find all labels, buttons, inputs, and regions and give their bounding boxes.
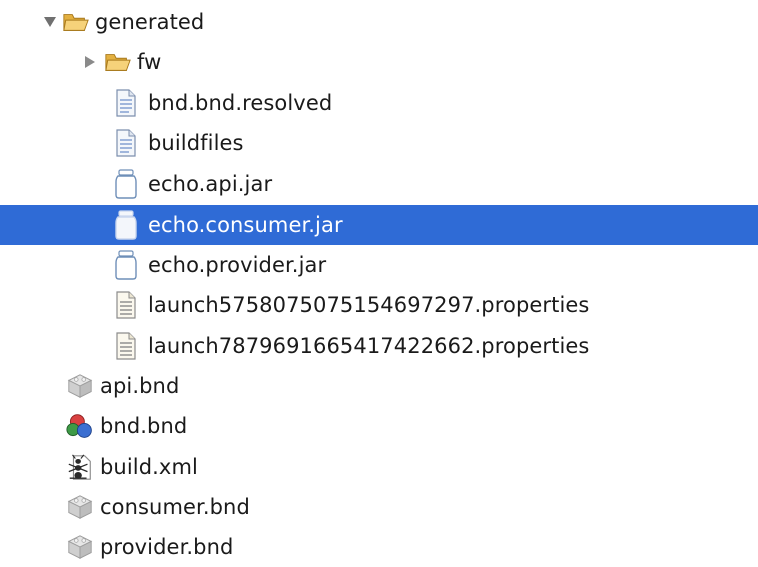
folder-open-icon [62,8,90,36]
bundle-icon [66,533,94,561]
jar-icon [112,250,140,280]
tree-item-fw[interactable]: fw [0,42,758,82]
tree-item-buildfiles[interactable]: buildfiles [0,123,758,163]
tree-item-label: launch7879691665417422662.properties [148,334,590,358]
tree-item-label: buildfiles [148,131,244,155]
tree-item-label: provider.bnd [100,535,234,559]
jar-icon [112,210,140,240]
folder-open-icon [104,48,132,76]
tree-item-label: bnd.bnd.resolved [148,91,333,115]
tree-item-build-xml[interactable]: build.xml [0,447,758,487]
tree-item-echo-provider-jar[interactable]: echo.provider.jar [0,245,758,285]
tree-item-api-bnd[interactable]: api.bnd [0,366,758,406]
tree-item-label: bnd.bnd [100,414,188,438]
bundle-icon [66,493,94,521]
tree-item-launch-properties[interactable]: launch7879691665417422662.properties [0,326,758,366]
properties-file-icon [112,332,140,360]
tree-item-label: launch5758075075154697297.properties [148,293,590,317]
project-explorer-tree: generated fw bnd.bnd.resolved buildfiles… [0,0,758,562]
tree-item-label: echo.api.jar [148,172,273,196]
tree-item-label: echo.consumer.jar [148,213,343,237]
jar-icon [112,169,140,199]
tree-item-provider-bnd[interactable]: provider.bnd [0,527,758,567]
tree-item-label: fw [137,50,162,74]
expand-arrow-down-icon[interactable] [42,14,58,30]
expand-arrow-right-icon[interactable] [82,54,98,70]
tree-item-generated[interactable]: generated [0,2,758,42]
tree-item-label: build.xml [100,455,198,479]
tree-item-bnd-bnd[interactable]: bnd.bnd [0,406,758,446]
text-file-icon [112,89,140,117]
tree-item-label: consumer.bnd [100,495,250,519]
tree-item-echo-consumer-jar[interactable]: echo.consumer.jar [0,205,758,245]
tree-item-label: generated [95,10,205,34]
tree-item-echo-api-jar[interactable]: echo.api.jar [0,164,758,204]
properties-file-icon [112,291,140,319]
ant-file-icon [66,453,94,481]
bnd-project-icon [66,412,94,440]
tree-item-launch-properties[interactable]: launch5758075075154697297.properties [0,285,758,325]
tree-item-consumer-bnd[interactable]: consumer.bnd [0,487,758,527]
tree-item-label: api.bnd [100,374,180,398]
bundle-icon [66,372,94,400]
tree-item-bnd-bnd-resolved[interactable]: bnd.bnd.resolved [0,83,758,123]
tree-item-label: echo.provider.jar [148,253,327,277]
text-file-icon [112,129,140,157]
